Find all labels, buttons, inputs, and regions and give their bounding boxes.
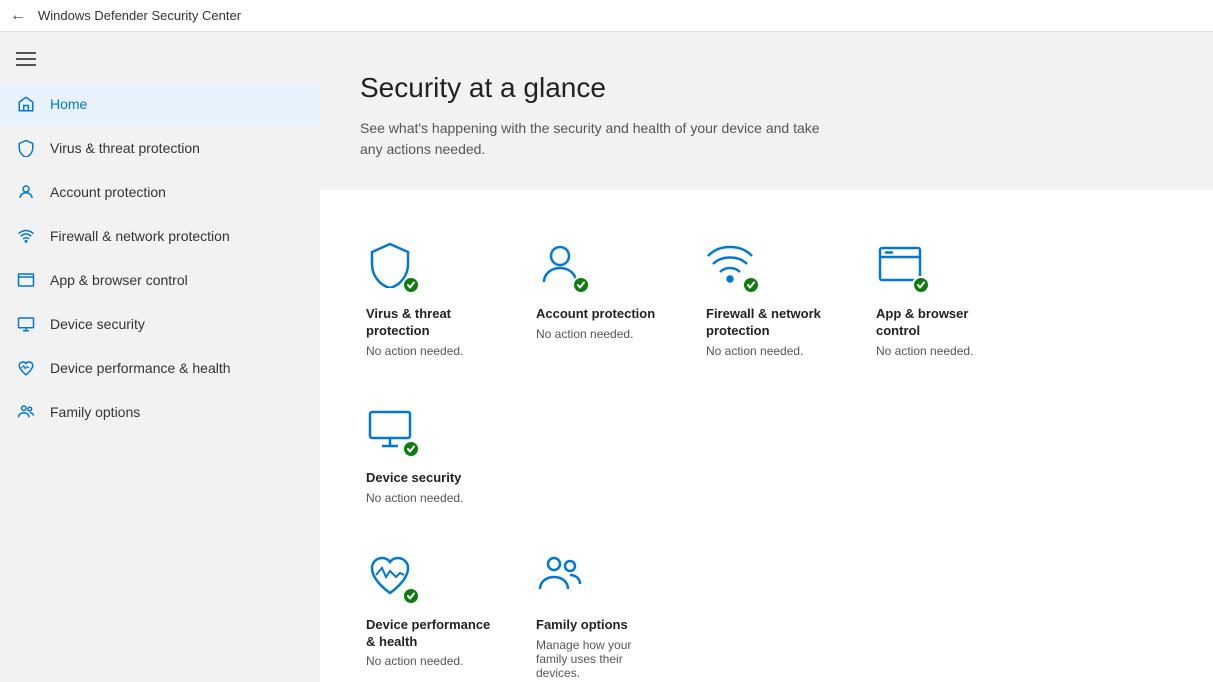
family-card-status: Manage how your family uses their device… (536, 638, 664, 680)
browser-icon (16, 270, 36, 290)
family-icon (16, 402, 36, 422)
virus-card-title: Virus & threat protection (366, 306, 494, 340)
browser-card-check (912, 276, 930, 294)
main-content: Security at a glance See what's happenin… (320, 32, 1213, 682)
browser-card-icon-wrap (876, 240, 928, 292)
family-card[interactable]: Family options Manage how your family us… (520, 531, 680, 682)
wifi-icon (16, 226, 36, 246)
sidebar-item-health[interactable]: Device performance & health (0, 346, 320, 390)
family-card-title: Family options (536, 617, 664, 634)
back-button[interactable]: ← (10, 7, 26, 25)
sidebar-item-browser[interactable]: App & browser control (0, 258, 320, 302)
cards-row-1: Virus & threat protection No action need… (350, 220, 1183, 521)
content-header: Security at a glance See what's happenin… (320, 32, 1213, 190)
account-card[interactable]: Account protection No action needed. (520, 220, 680, 374)
sidebar-item-account[interactable]: Account protection (0, 170, 320, 214)
hamburger-button[interactable] (0, 40, 52, 78)
sidebar-item-virus[interactable]: Virus & threat protection (0, 126, 320, 170)
sidebar-item-devicesec-label: Device security (50, 316, 145, 332)
health-card-title: Device performance & health (366, 617, 494, 651)
page-subtitle: See what's happening with the security a… (360, 118, 840, 160)
health-card-icon-wrap (366, 551, 418, 603)
person-icon (16, 182, 36, 202)
cards-row-2: Device performance & health No action ne… (350, 531, 1183, 682)
account-card-icon-wrap (536, 240, 588, 292)
devicesec-card-check (402, 440, 420, 458)
account-card-title: Account protection (536, 306, 664, 323)
window-title: Windows Defender Security Center (38, 8, 241, 23)
shield-icon (16, 138, 36, 158)
sidebar-item-home[interactable]: Home (0, 82, 320, 126)
cards-section: Virus & threat protection No action need… (320, 190, 1213, 682)
sidebar-item-devicesec[interactable]: Device security (0, 302, 320, 346)
sidebar-item-health-label: Device performance & health (50, 360, 231, 376)
virus-card-icon-wrap (366, 240, 418, 292)
sidebar-item-browser-label: App & browser control (50, 272, 188, 288)
sidebar-item-account-label: Account protection (50, 184, 166, 200)
app-body: Home Virus & threat protection Account p… (0, 32, 1213, 682)
devicesec-card-status: No action needed. (366, 491, 494, 505)
devicesec-card[interactable]: Device security No action needed. (350, 384, 510, 521)
firewall-card-title: Firewall & network protection (706, 306, 834, 340)
sidebar: Home Virus & threat protection Account p… (0, 32, 320, 682)
health-card[interactable]: Device performance & health No action ne… (350, 531, 510, 682)
firewall-card-check (742, 276, 760, 294)
sidebar-item-virus-label: Virus & threat protection (50, 140, 200, 156)
home-icon (16, 94, 36, 114)
health-card-status: No action needed. (366, 654, 494, 668)
health-card-check (402, 587, 420, 605)
sidebar-item-firewall-label: Firewall & network protection (50, 228, 230, 244)
heart-icon (16, 358, 36, 378)
family-card-icon (536, 551, 584, 599)
family-card-icon-wrap (536, 551, 588, 603)
sidebar-item-family[interactable]: Family options (0, 390, 320, 434)
computer-icon (16, 314, 36, 334)
browser-card-title: App & browser control (876, 306, 1004, 340)
title-bar: ← Windows Defender Security Center (0, 0, 1213, 32)
virus-card-status: No action needed. (366, 344, 494, 358)
account-card-status: No action needed. (536, 327, 664, 341)
virus-card[interactable]: Virus & threat protection No action need… (350, 220, 510, 374)
browser-card-status: No action needed. (876, 344, 1004, 358)
account-card-check (572, 276, 590, 294)
page-title: Security at a glance (360, 72, 1173, 104)
firewall-card-status: No action needed. (706, 344, 834, 358)
sidebar-item-home-label: Home (50, 96, 87, 112)
firewall-card-icon-wrap (706, 240, 758, 292)
browser-card[interactable]: App & browser control No action needed. (860, 220, 1020, 374)
sidebar-item-family-label: Family options (50, 404, 140, 420)
sidebar-item-firewall[interactable]: Firewall & network protection (0, 214, 320, 258)
devicesec-card-title: Device security (366, 470, 494, 487)
virus-card-check (402, 276, 420, 294)
firewall-card[interactable]: Firewall & network protection No action … (690, 220, 850, 374)
devicesec-card-icon-wrap (366, 404, 418, 456)
